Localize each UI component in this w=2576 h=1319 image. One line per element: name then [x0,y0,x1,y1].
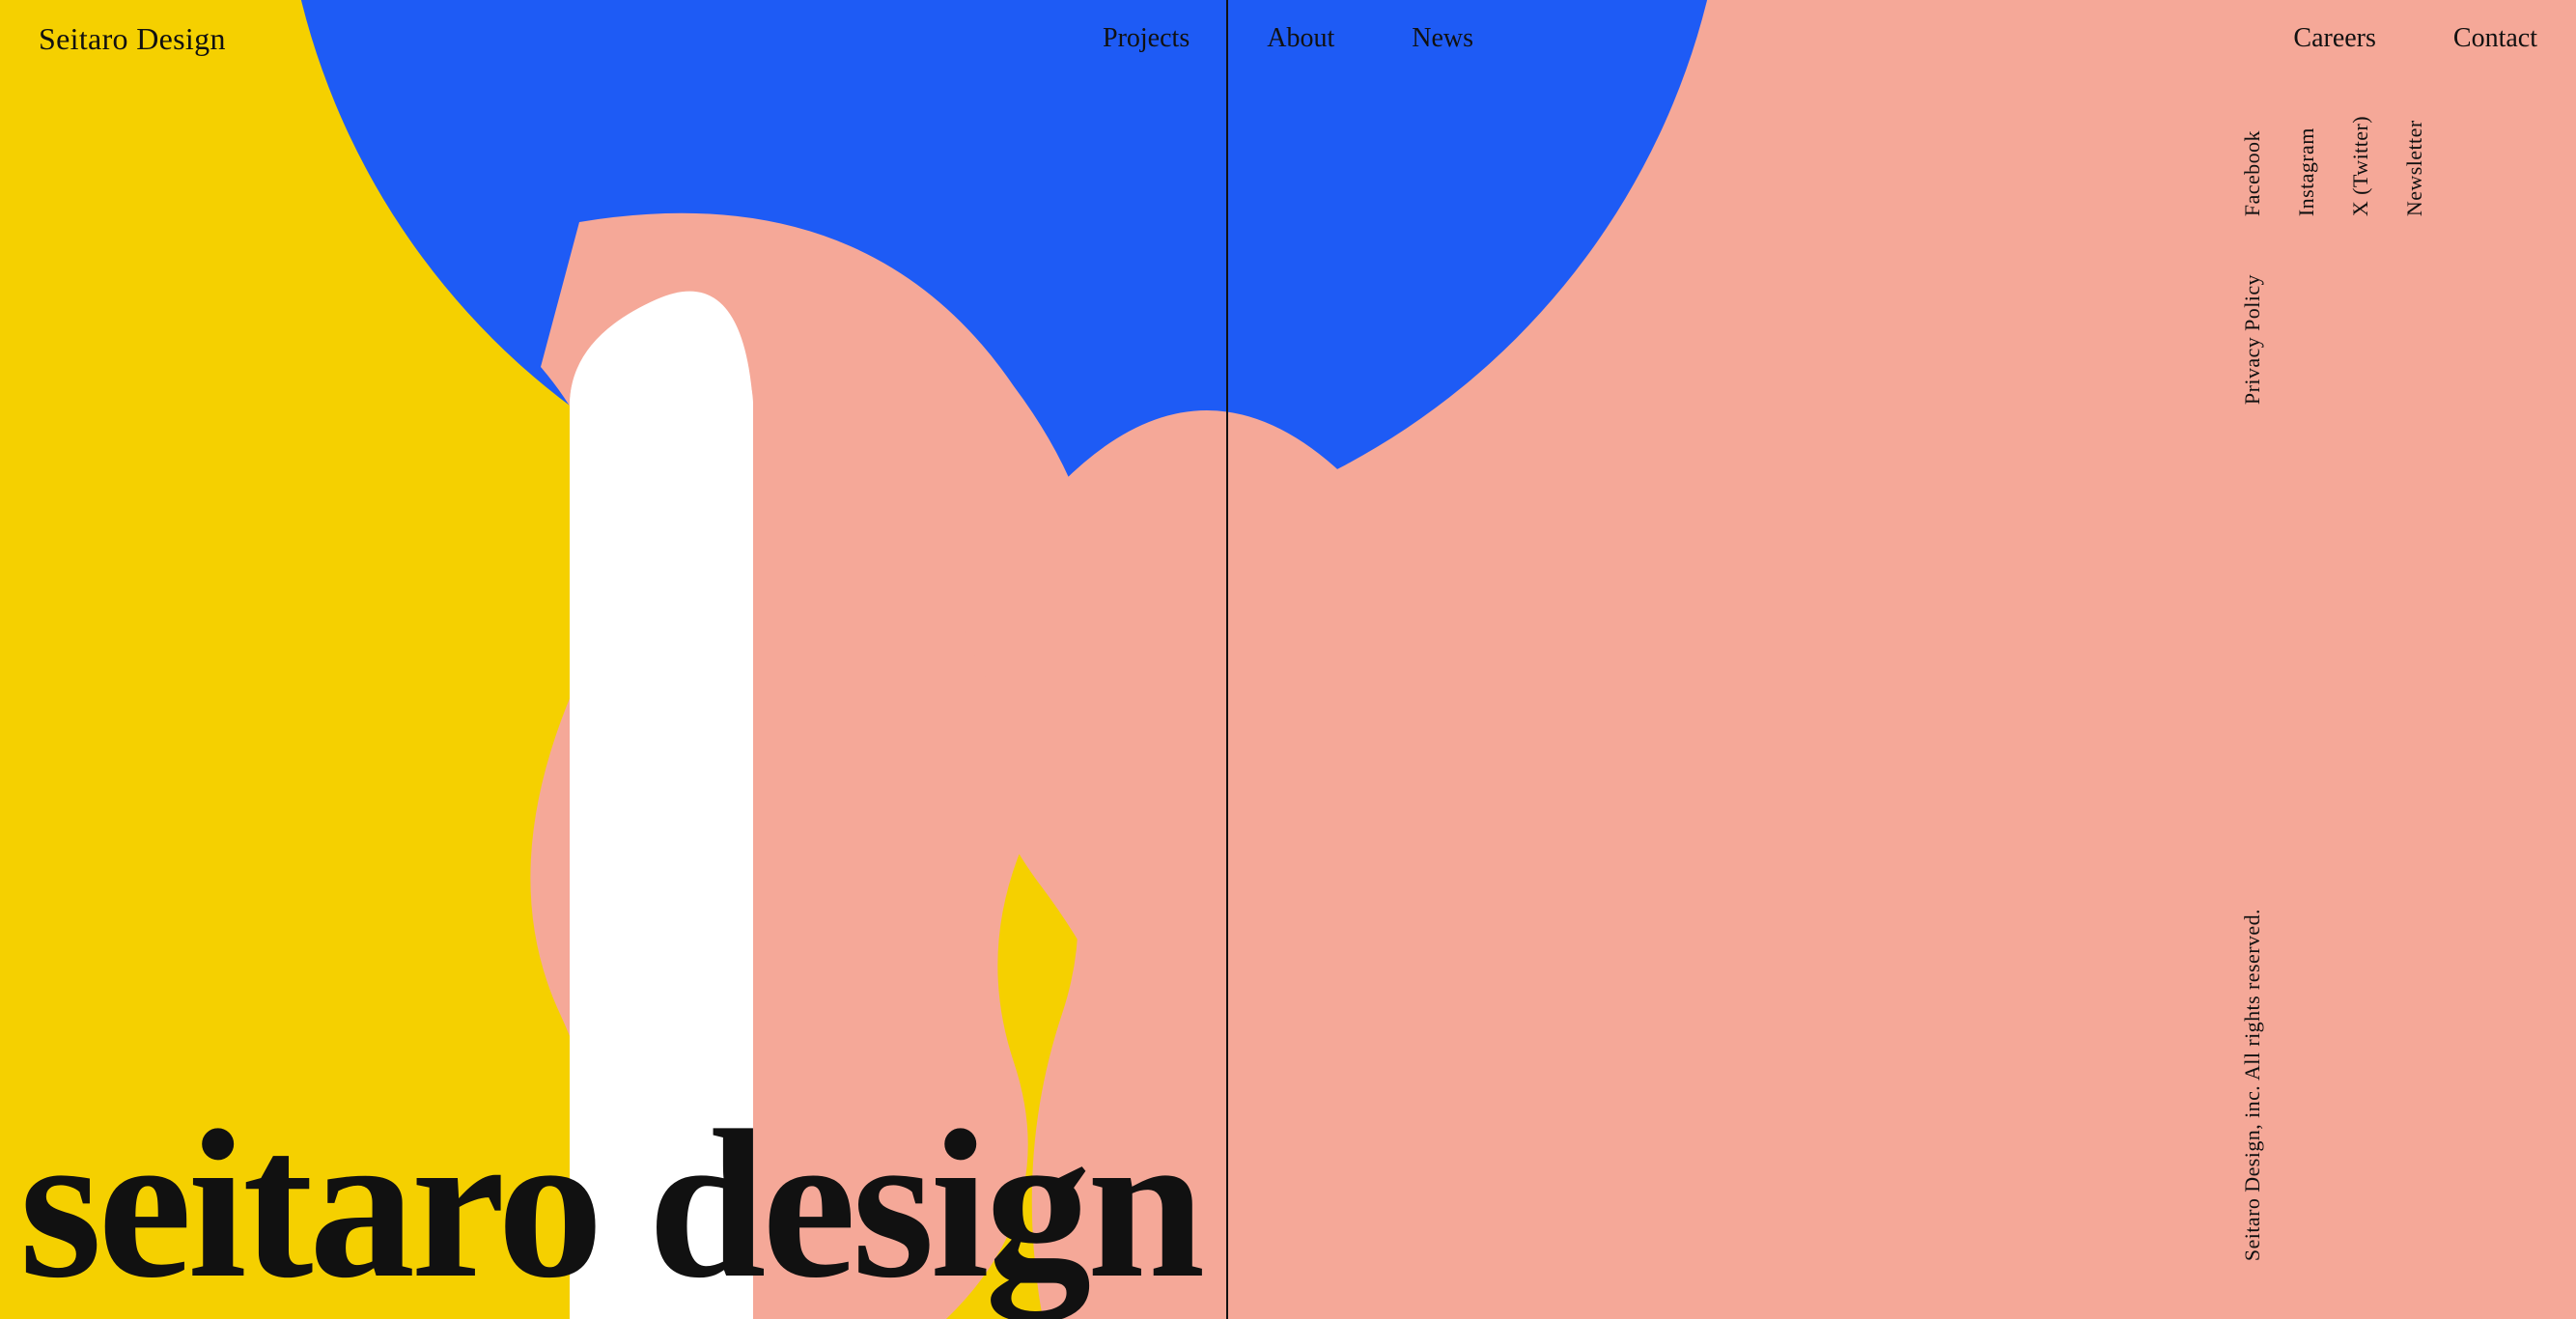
divider-line [1226,0,1228,1319]
newsletter-link[interactable]: Newsletter [2402,116,2427,216]
social-links: Facebook Instagram X (Twitter) Newslette… [2240,116,2547,216]
twitter-link[interactable]: X (Twitter) [2348,116,2373,216]
instagram-link[interactable]: Instagram [2294,116,2319,216]
logo[interactable]: Seitaro Design [39,21,226,57]
header: Seitaro Design Projects About News Caree… [0,0,2576,77]
privacy-section: Privacy Policy [2240,274,2547,405]
hero-text: seitaro design [19,1109,1201,1300]
right-sidebar: Facebook Instagram X (Twitter) Newslette… [2192,0,2576,1319]
facebook-link[interactable]: Facebook [2240,116,2265,216]
nav-news[interactable]: News [1412,23,1473,54]
copyright-section: Seitaro Design, inc. All rights reserved… [2240,909,2547,1261]
main-nav: Projects About News [1103,23,1473,54]
privacy-policy-link[interactable]: Privacy Policy [2240,274,2265,405]
nav-projects[interactable]: Projects [1103,23,1190,54]
copyright-text: Seitaro Design, inc. All rights reserved… [2240,909,2265,1261]
page-container: Seitaro Design Projects About News Caree… [0,0,2576,1319]
nav-about[interactable]: About [1267,23,1334,54]
